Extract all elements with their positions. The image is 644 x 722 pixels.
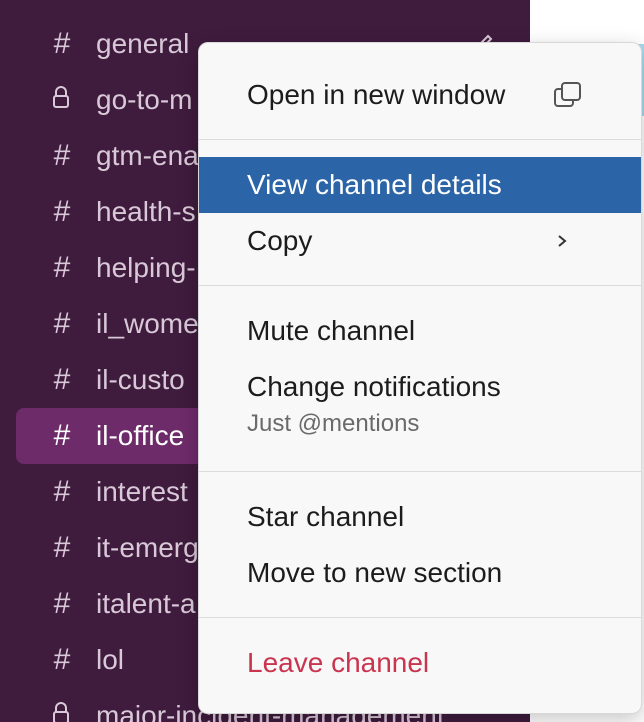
channel-name: il_wome [96, 308, 199, 339]
menu-divider [199, 139, 641, 140]
channel-name: helping- [96, 252, 196, 283]
channel-name: il-custo [96, 364, 185, 395]
hash-icon: # [53, 475, 71, 508]
hash-icon: # [53, 139, 71, 172]
menu-item-label: Star channel [247, 501, 405, 532]
channel-name: interest [96, 476, 188, 507]
hash-icon: # [53, 363, 71, 396]
menu-divider [199, 617, 641, 618]
channel-name: gtm-ena [96, 140, 199, 171]
channel-name: general [96, 28, 190, 59]
hash-icon: # [53, 195, 71, 228]
new-window-icon [554, 82, 581, 107]
open-in-new-window-item[interactable]: Open in new window [199, 67, 641, 123]
star-channel-item[interactable]: Star channel [199, 489, 641, 545]
leave-channel-item[interactable]: Leave channel [199, 635, 641, 691]
menu-divider [199, 471, 641, 472]
menu-item-label: Change notifications [247, 371, 501, 402]
chevron-right-icon [558, 235, 567, 247]
menu-item-label: Open in new window [247, 79, 506, 110]
menu-item-label: Leave channel [247, 647, 430, 678]
menu-item-label: View channel details [247, 169, 502, 200]
mute-channel-item[interactable]: Mute channel [199, 303, 641, 359]
hash-icon: # [53, 27, 71, 60]
menu-item-label: Copy [247, 225, 313, 256]
hash-icon: # [53, 419, 71, 452]
hash-icon: # [53, 643, 71, 676]
hash-icon: # [53, 307, 71, 340]
hash-icon: # [53, 587, 71, 620]
hash-icon: # [53, 531, 71, 564]
view-channel-details-item[interactable]: View channel details [199, 157, 641, 213]
channel-name: lol [96, 644, 125, 675]
menu-item-label: Move to new section [247, 557, 503, 588]
channel-name: health-s [96, 196, 196, 227]
copy-item[interactable]: Copy [199, 213, 641, 269]
hash-icon: # [53, 251, 71, 284]
change-notifications-item[interactable]: Change notifications [199, 359, 641, 415]
channel-name: italent-a [96, 588, 196, 619]
move-to-new-section-item[interactable]: Move to new section [199, 545, 641, 601]
channel-name: it-emerg [96, 532, 199, 563]
lock-icon [53, 702, 69, 722]
channel-name: go-to-m [96, 84, 193, 115]
channel-context-menu: Open in new window View channel details … [198, 42, 642, 714]
lock-icon [53, 86, 69, 108]
menu-item-label: Mute channel [247, 315, 416, 346]
notifications-setting-value: Just @mentions [247, 410, 420, 437]
channel-name: il-office [96, 420, 185, 451]
menu-divider [199, 285, 641, 286]
